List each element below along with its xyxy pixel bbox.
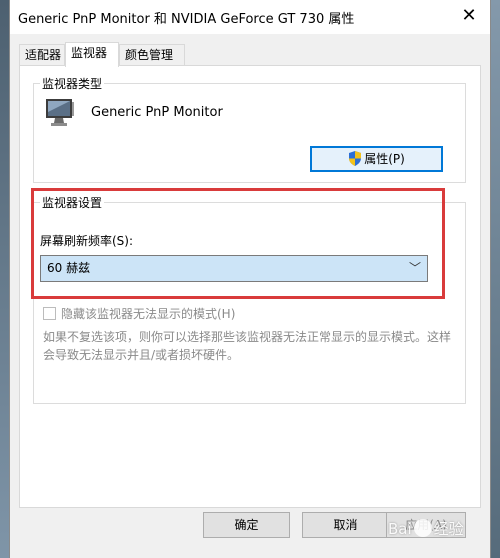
ok-button[interactable]: 确定	[203, 512, 290, 538]
watermark-text-left: Bai	[388, 520, 412, 538]
monitor-icon	[46, 99, 74, 126]
tab-panel-monitor: 监视器类型 Generic PnP Monitor 属性(P) 监视器设置 屏幕…	[19, 65, 481, 508]
refresh-rate-label: 屏幕刷新频率(S):	[40, 234, 134, 248]
properties-button-label: 属性(P)	[364, 152, 405, 166]
hide-modes-description: 如果不复选该项，则你可以选择那些该监视器无法正常显示的显示模式。这样会导致无法显…	[43, 330, 452, 362]
monitor-type-group: 监视器类型 Generic PnP Monitor 属性(P)	[33, 75, 466, 183]
window-title: Generic PnP Monitor 和 NVIDIA GeForce GT …	[18, 12, 355, 27]
hide-modes-label: 隐藏该监视器无法显示的模式(H)	[61, 307, 236, 321]
refresh-rate-value: 60 赫兹	[47, 261, 91, 275]
paw-logo-icon	[413, 519, 432, 537]
chevron-down-icon: ﹀	[408, 261, 421, 275]
tab-color-management[interactable]: 颜色管理	[119, 44, 185, 65]
watermark-text-right: 经验	[433, 520, 464, 538]
desktop-background-left	[0, 0, 9, 558]
refresh-rate-select[interactable]: 60 赫兹 ﹀	[40, 255, 428, 282]
tab-monitor[interactable]: 监视器	[65, 42, 119, 67]
monitor-settings-group-label: 监视器设置	[40, 194, 105, 211]
properties-button[interactable]: 属性(P)	[310, 146, 443, 172]
cancel-button[interactable]: 取消	[302, 512, 389, 538]
watermark: Bai 经验	[388, 512, 480, 546]
monitor-settings-group: 监视器设置 屏幕刷新频率(S): 60 赫兹 ﹀ 隐藏该监视器无法显示的模式(H…	[33, 194, 466, 404]
close-icon[interactable]: ✕	[454, 4, 484, 28]
title-bar[interactable]: Generic PnP Monitor 和 NVIDIA GeForce GT …	[10, 0, 490, 34]
desktop-background-right	[491, 0, 500, 558]
monitor-type-group-label: 监视器类型	[40, 75, 105, 92]
properties-dialog: Generic PnP Monitor 和 NVIDIA GeForce GT …	[9, 0, 491, 558]
shield-icon	[349, 151, 362, 166]
tab-adapter[interactable]: 适配器	[19, 44, 65, 65]
monitor-name: Generic PnP Monitor	[91, 105, 223, 120]
hide-modes-checkbox[interactable]	[43, 307, 56, 320]
